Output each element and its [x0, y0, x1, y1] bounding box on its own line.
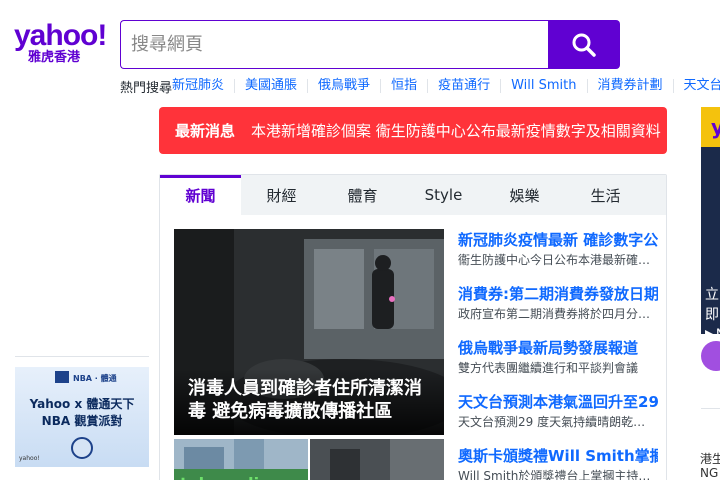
story-description: Will Smith於頒獎禮台上掌摑主持人引起全球熱議及關注	[458, 469, 653, 480]
nba-party-ad[interactable]: NBA · 體通 Yahoo x 體通天下 NBA 觀賞派對 yahoo!	[15, 367, 149, 467]
right-bottom-ad-text: 港生 NG SE	[700, 452, 720, 480]
search-button[interactable]	[548, 20, 620, 69]
breaking-text: 本港新增確診個案 衞生防護中心公布最新疫情數字及相關資料	[251, 122, 661, 140]
story-list: 新冠肺炎疫情最新 確診數字公布衞生防護中心今日公布本港最新確診及死亡個案數字詳情…	[458, 229, 658, 480]
trending-item[interactable]: 美國通脹	[234, 79, 307, 93]
story-title[interactable]: 新冠肺炎疫情最新 確診數字公布	[458, 229, 658, 251]
trending-label: 熱門搜尋	[120, 80, 173, 96]
tab-5[interactable]: 生活	[565, 175, 646, 215]
news-tabs: 新聞 財經 體育 Style 娛樂 生活	[160, 175, 666, 215]
story-description: 衞生防護中心今日公布本港最新確診及死亡個案數字詳情資料	[458, 253, 653, 267]
nba-ball-icon	[71, 437, 93, 459]
hero-story[interactable]: 消毒人員到確診者住所清潔消毒 避免病毒擴散傳播社區	[174, 229, 444, 435]
story-item[interactable]: 天文台預測本港氣溫回升至29度天文台預測29 度天氣持續晴朗乾燥日間炎熱市民注意…	[458, 391, 658, 445]
tab-3[interactable]: Style	[403, 175, 484, 215]
trending-item[interactable]: Will Smith	[500, 79, 586, 93]
story-title[interactable]: 天文台預測本港氣溫回升至29度	[458, 391, 658, 413]
thumbnail-story-1[interactable]: tokopedia	[174, 439, 308, 480]
story-description: 雙方代表團繼續進行和平談判會議	[458, 361, 639, 375]
breaking-label: 最新消息	[175, 122, 236, 140]
ad-divider	[15, 356, 149, 357]
story-item[interactable]: 消費券:第二期消費券發放日期及登記詳情政府宣布第二期消費券將於四月分批發放予合資…	[458, 283, 658, 337]
yahoo-logo[interactable]: yahoo! 雅虎香港	[14, 19, 108, 66]
news-module: 新聞 財經 體育 Style 娛樂 生活 消毒人員到確診者住所清潔消毒 避免病毒擴散傳播社…	[159, 174, 667, 480]
logo-wordmark: yahoo!	[14, 19, 107, 52]
tab-1[interactable]: 財經	[241, 175, 322, 215]
story-item[interactable]: 奧斯卡頒獎禮Will Smith掌摑事件 Will Smith於頒獎禮台上掌摑主持…	[458, 445, 658, 480]
trending-item[interactable]: 疫苗通行	[427, 79, 500, 93]
trending-item[interactable]: 新冠肺炎	[172, 79, 234, 93]
yahoo-hk-homepage: yahoo! 雅虎香港 熱門搜尋 新冠肺炎美國通脹俄烏戰爭恒指疫苗通行Will …	[0, 0, 720, 480]
nba-ad-footer: yahoo!	[19, 455, 40, 462]
story-title[interactable]: 俄烏戰爭最新局勢發展報道	[458, 337, 658, 359]
story-title[interactable]: 奧斯卡頒獎禮Will Smith掌摑事件	[458, 445, 658, 467]
nba-ad-line1: Yahoo x 體通天下	[29, 397, 135, 411]
search-input[interactable]	[121, 21, 548, 68]
nba-logo-icon	[55, 371, 69, 383]
thumbnail-image-1: tokopedia	[174, 439, 308, 480]
trending-item[interactable]: 俄烏戰爭	[307, 79, 380, 93]
thumbnail-story-2[interactable]	[310, 439, 444, 480]
right-ad[interactable]: y 立即 ▶N	[701, 107, 720, 334]
trending-item[interactable]: 消費券計劃	[586, 79, 673, 93]
trending-searches: 熱門搜尋 新冠肺炎 美國通脹 俄烏戰爭 恒指 疫苗通行 Will Smith 消費券計劃 天文…	[120, 78, 720, 96]
breaking-news-banner[interactable]: 最新消息 本港新增確診個案 衞生防護中心公布最新疫情數字及相關資料	[159, 107, 667, 154]
story-title[interactable]: 消費券:第二期消費券發放日期及登記詳情	[458, 283, 658, 305]
search-box	[120, 20, 548, 69]
right-ad-logo: y	[701, 107, 720, 147]
right-divider	[701, 408, 720, 409]
tab-2[interactable]: 體育	[322, 175, 403, 215]
right-ad-text: 立即 ▶N	[705, 287, 720, 334]
trending-list: 新冠肺炎美國通脹俄烏戰爭恒指疫苗通行Will Smith消費券計劃天文台 天氣預…	[172, 79, 720, 93]
story-description: 政府宣布第二期消費券將於四月分批發放予合資格市民使用	[458, 307, 653, 321]
trending-item[interactable]: 天文台 天氣預報	[672, 79, 720, 93]
story-item[interactable]: 新冠肺炎疫情最新 確診數字公布衞生防護中心今日公布本港最新確診及死亡個案數字詳情…	[458, 229, 658, 283]
tab-4[interactable]: 娛樂	[484, 175, 565, 215]
logo-region: 雅虎香港	[28, 50, 81, 65]
search-icon	[572, 33, 596, 57]
hero-caption: 消毒人員到確診者住所清潔消毒 避免病毒擴散傳播社區	[174, 369, 444, 435]
right-ad-button[interactable]	[701, 341, 720, 371]
nba-ad-line2: NBA 觀賞派對	[41, 414, 123, 428]
svg-text:tokopedia: tokopedia	[180, 474, 270, 480]
story-description: 天文台預測29 度天氣持續晴朗乾燥日間炎熱市民注意防曬	[458, 415, 653, 429]
story-item[interactable]: 俄烏戰爭最新局勢發展報道雙方代表團繼續進行和平談判會議	[458, 337, 658, 391]
nba-ad-top: NBA · 體通	[73, 374, 117, 383]
tab-0[interactable]: 新聞	[160, 175, 241, 215]
thumbnail-image-2	[310, 439, 444, 480]
trending-item[interactable]: 恒指	[380, 79, 427, 93]
